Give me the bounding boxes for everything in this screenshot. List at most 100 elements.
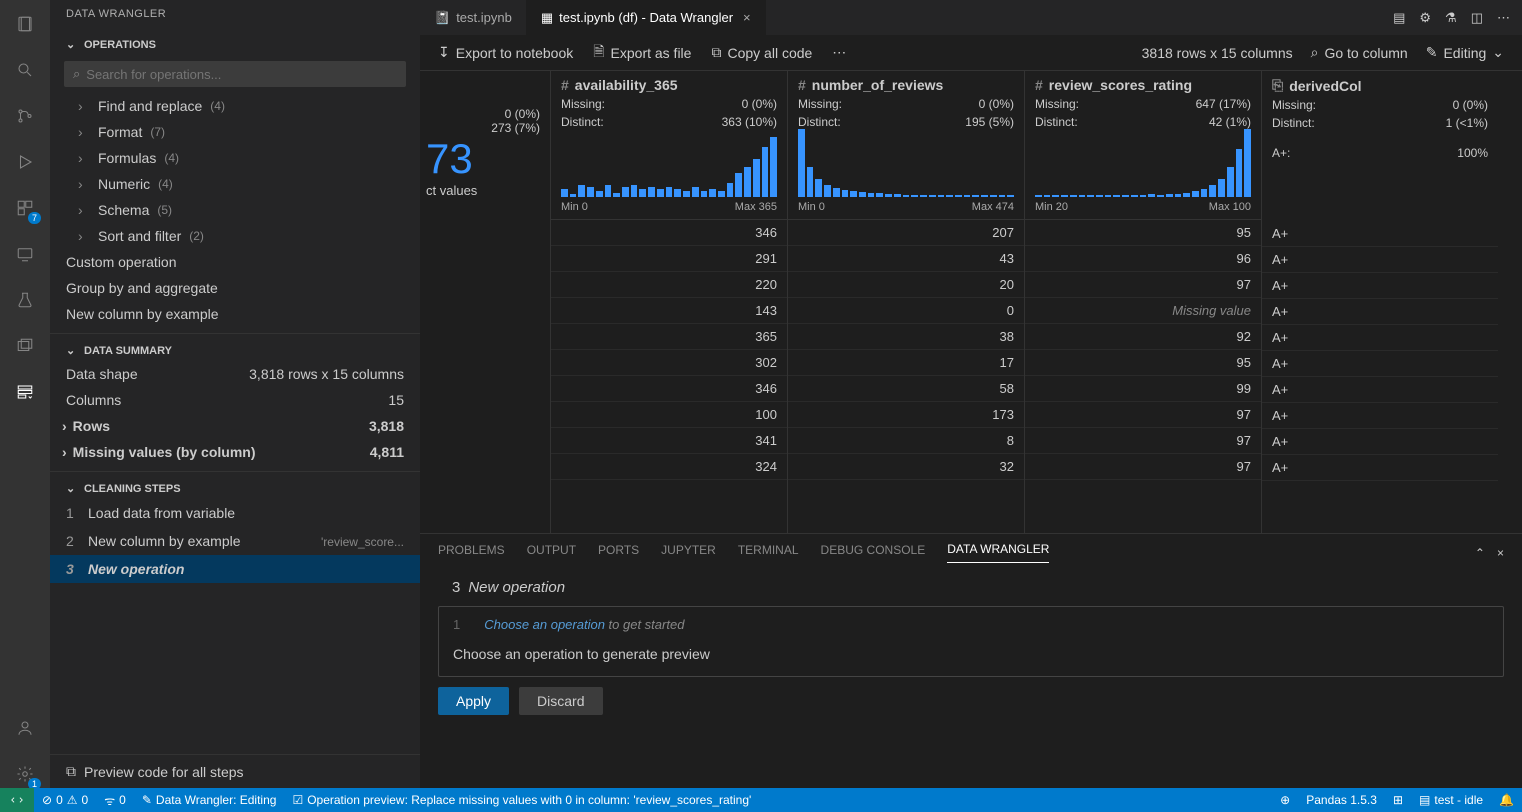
settings-icon[interactable]: 1 bbox=[11, 760, 39, 788]
panel-tab[interactable]: JUPYTER bbox=[661, 543, 716, 563]
data-cell[interactable]: A+ bbox=[1262, 221, 1498, 247]
operation-group[interactable]: ›Schema (5) bbox=[50, 197, 420, 223]
run-icon[interactable] bbox=[11, 148, 39, 176]
operations-header[interactable]: ⌄OPERATIONS bbox=[50, 34, 420, 55]
operation-group[interactable]: ›Sort and filter (2) bbox=[50, 223, 420, 249]
panel-tab[interactable]: OUTPUT bbox=[527, 543, 576, 563]
data-cell[interactable]: 0 bbox=[788, 298, 1024, 324]
flask-icon[interactable]: ⚗ bbox=[1445, 10, 1457, 26]
data-cell[interactable]: 8 bbox=[788, 428, 1024, 454]
problems-status[interactable]: ⊘0⚠0 bbox=[34, 788, 96, 812]
panel-tab[interactable]: PROBLEMS bbox=[438, 543, 505, 563]
pandas-status[interactable]: Pandas 1.5.3 bbox=[1298, 788, 1385, 812]
panel-tab[interactable]: TERMINAL bbox=[738, 543, 799, 563]
ports-status[interactable]: ᯤ0 bbox=[96, 788, 134, 812]
data-column[interactable]: #review_scores_ratingMissing:647 (17%)Di… bbox=[1024, 71, 1261, 533]
chevron-up-icon[interactable]: ⌃ bbox=[1475, 546, 1485, 560]
cleaning-step[interactable]: 2New column by example'review_score... bbox=[50, 527, 420, 555]
operation-item[interactable]: Group by and aggregate bbox=[50, 275, 420, 301]
data-cell[interactable]: 220 bbox=[551, 272, 787, 298]
source-control-icon[interactable] bbox=[11, 102, 39, 130]
book-icon[interactable]: ▤ bbox=[1393, 10, 1405, 26]
panel-tab[interactable]: DATA WRANGLER bbox=[947, 542, 1049, 563]
copy-code-button[interactable]: ⧉Copy all code bbox=[711, 44, 812, 61]
operations-search[interactable]: ⌕ bbox=[64, 61, 406, 87]
data-cell[interactable]: A+ bbox=[1262, 325, 1498, 351]
data-cell[interactable]: 207 bbox=[788, 220, 1024, 246]
goto-column-button[interactable]: ⌕Go to column bbox=[1311, 44, 1408, 61]
data-column[interactable]: #availability_365Missing:0 (0%)Distinct:… bbox=[550, 71, 787, 533]
zoom-status[interactable]: ⊕ bbox=[1272, 788, 1298, 812]
layout-icon[interactable]: ◫ bbox=[1471, 10, 1483, 26]
windows-icon[interactable] bbox=[11, 332, 39, 360]
data-cell[interactable]: 43 bbox=[788, 246, 1024, 272]
data-cell[interactable]: 291 bbox=[551, 246, 787, 272]
data-column[interactable]: #number_of_reviewsMissing:0 (0%)Distinct… bbox=[787, 71, 1024, 533]
panel-tab[interactable]: PORTS bbox=[598, 543, 639, 563]
operation-item[interactable]: Custom operation bbox=[50, 249, 420, 275]
data-cell[interactable]: A+ bbox=[1262, 273, 1498, 299]
data-cell[interactable]: 100 bbox=[551, 402, 787, 428]
data-cell[interactable]: 95 bbox=[1025, 350, 1261, 376]
summary-header[interactable]: ⌄DATA SUMMARY bbox=[50, 340, 420, 361]
extensions-icon[interactable]: 7 bbox=[11, 194, 39, 222]
data-cell[interactable]: 341 bbox=[551, 428, 787, 454]
data-cell[interactable]: 143 bbox=[551, 298, 787, 324]
beaker-icon[interactable] bbox=[11, 286, 39, 314]
gear-icon[interactable]: ⚙ bbox=[1419, 10, 1431, 26]
account-icon[interactable] bbox=[11, 714, 39, 742]
cleaning-step[interactable]: 3New operation bbox=[50, 555, 420, 583]
data-cell[interactable]: 346 bbox=[551, 376, 787, 402]
bell-icon[interactable]: 🔔 bbox=[1491, 788, 1522, 812]
summary-row[interactable]: ›Missing values (by column)4,811 bbox=[50, 439, 420, 465]
data-column[interactable]: ⎘derivedColMissing:0 (0%)Distinct:1 (<1%… bbox=[1261, 71, 1498, 533]
mode-status[interactable]: ✎Data Wrangler: Editing bbox=[134, 788, 285, 812]
data-cell[interactable]: 97 bbox=[1025, 402, 1261, 428]
data-cell[interactable]: A+ bbox=[1262, 403, 1498, 429]
data-cell[interactable]: Missing value bbox=[1025, 298, 1261, 324]
data-cell[interactable]: 92 bbox=[1025, 324, 1261, 350]
data-cell[interactable]: A+ bbox=[1262, 377, 1498, 403]
data-cell[interactable]: 97 bbox=[1025, 454, 1261, 480]
data-cell[interactable]: 99 bbox=[1025, 376, 1261, 402]
summary-row[interactable]: ›Rows3,818 bbox=[50, 413, 420, 439]
data-cell[interactable]: 324 bbox=[551, 454, 787, 480]
remote-indicator[interactable] bbox=[0, 788, 34, 812]
data-cell[interactable]: 346 bbox=[551, 220, 787, 246]
editor-tab[interactable]: 📓test.ipynb bbox=[420, 0, 527, 35]
data-cell[interactable]: 302 bbox=[551, 350, 787, 376]
preview-code-link[interactable]: ⧉ Preview code for all steps bbox=[50, 754, 420, 788]
data-grid[interactable]: 0 (0%) 273 (7%) 73 ct values #availabili… bbox=[420, 71, 1522, 533]
discard-button[interactable]: Discard bbox=[519, 687, 602, 715]
data-cell[interactable]: 97 bbox=[1025, 272, 1261, 298]
close-icon[interactable]: × bbox=[1497, 546, 1504, 560]
editor-tab[interactable]: ▦test.ipynb (df) - Data Wrangler× bbox=[527, 0, 766, 35]
data-cell[interactable]: 365 bbox=[551, 324, 787, 350]
panel-tab[interactable]: DEBUG CONSOLE bbox=[821, 543, 926, 563]
data-cell[interactable]: 20 bbox=[788, 272, 1024, 298]
cleaning-step[interactable]: 1Load data from variable bbox=[50, 499, 420, 527]
operation-group[interactable]: ›Find and replace (4) bbox=[50, 93, 420, 119]
wrangler-icon[interactable] bbox=[11, 378, 39, 406]
explorer-icon[interactable] bbox=[11, 10, 39, 38]
data-cell[interactable]: 173 bbox=[788, 402, 1024, 428]
operation-group[interactable]: ›Format (7) bbox=[50, 119, 420, 145]
close-icon[interactable]: × bbox=[743, 10, 751, 25]
export-notebook-button[interactable]: ↧Export to notebook bbox=[438, 44, 573, 61]
data-cell[interactable]: 58 bbox=[788, 376, 1024, 402]
apply-button[interactable]: Apply bbox=[438, 687, 509, 715]
remote-icon[interactable] bbox=[11, 240, 39, 268]
data-cell[interactable]: 38 bbox=[788, 324, 1024, 350]
operation-group[interactable]: ›Formulas (4) bbox=[50, 145, 420, 171]
data-cell[interactable]: 96 bbox=[1025, 246, 1261, 272]
export-file-button[interactable]: 🗎Export as file bbox=[593, 41, 691, 65]
search-input[interactable] bbox=[86, 67, 397, 82]
data-cell[interactable]: 17 bbox=[788, 350, 1024, 376]
operation-group[interactable]: ›Numeric (4) bbox=[50, 171, 420, 197]
data-cell[interactable]: A+ bbox=[1262, 247, 1498, 273]
more-icon[interactable]: ⋯ bbox=[1497, 10, 1510, 26]
steps-header[interactable]: ⌄CLEANING STEPS bbox=[50, 478, 420, 499]
data-cell[interactable]: A+ bbox=[1262, 455, 1498, 481]
mode-toggle[interactable]: ✎Editing ⌄ bbox=[1426, 44, 1504, 61]
data-cell[interactable]: 95 bbox=[1025, 220, 1261, 246]
